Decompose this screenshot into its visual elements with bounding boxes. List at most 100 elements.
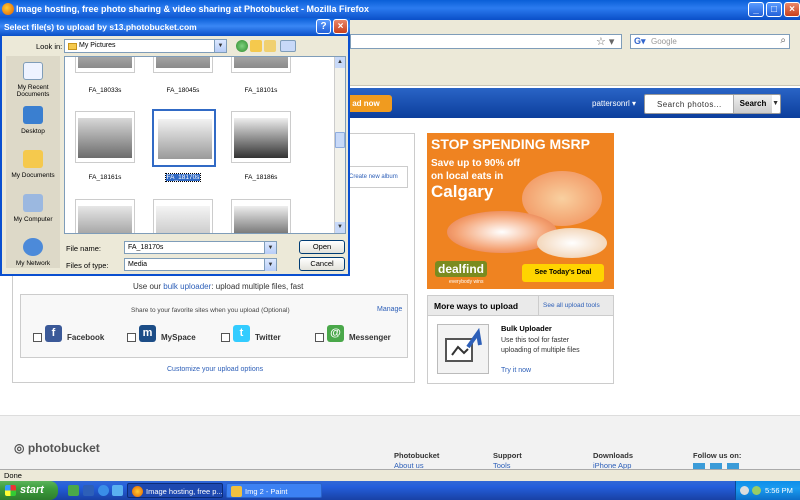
ad-city: Calgary <box>431 182 494 201</box>
magnifier-icon[interactable]: ⌕ <box>780 35 786 46</box>
file-name-input[interactable]: FA_18170s ▼ <box>124 241 277 254</box>
taskbar-firefox[interactable]: Image hosting, free p... <box>127 483 223 498</box>
chevron-down-icon[interactable]: ▼ <box>214 40 226 52</box>
create-album-link[interactable]: Create new album <box>345 166 408 188</box>
try-it-now-link[interactable]: Try it now <box>501 367 531 374</box>
help-button[interactable]: ? <box>316 19 331 34</box>
scroll-thumb[interactable] <box>335 132 345 148</box>
place-desktop[interactable]: Desktop <box>6 104 60 144</box>
place-network[interactable]: My Network <box>6 236 60 276</box>
photo-thumbnail <box>234 118 288 158</box>
file-type-label: Files of type: <box>66 261 109 270</box>
file-thumbnail-selected[interactable] <box>152 109 216 167</box>
ad-headline: STOP SPENDING MSRP <box>431 136 590 152</box>
file-list-scrollbar[interactable]: ▲ ▼ <box>334 57 345 233</box>
twitter-label: Twitter <box>255 333 281 342</box>
bulk-uploader-title: Bulk Uploader <box>501 324 552 333</box>
footer-heading-support: Support <box>493 451 522 460</box>
place-label: My Recent Documents <box>16 84 50 98</box>
place-computer[interactable]: My Computer <box>6 192 60 232</box>
see-all-tools-link[interactable]: See all upload tools <box>538 296 600 315</box>
file-label[interactable]: FA_18101s <box>226 87 296 94</box>
file-name-text: FA_18161s <box>88 174 122 181</box>
volume-icon[interactable] <box>752 486 761 495</box>
file-label-selected[interactable]: FA_18170s <box>148 173 218 182</box>
see-todays-deal-button[interactable]: See Today's Deal <box>522 264 604 282</box>
file-list: FA_18033s FA_18045s FA_18101s FA_18161s … <box>64 56 346 234</box>
up-folder-icon[interactable] <box>250 40 262 52</box>
sushi-image <box>537 228 607 258</box>
place-recent[interactable]: My Recent Documents <box>6 60 60 100</box>
bulk-uploader-note: Use our bulk uploader: upload multiple f… <box>133 282 303 291</box>
chevron-down-icon[interactable]: ▼ <box>772 100 779 107</box>
manage-link[interactable]: Manage <box>377 306 402 313</box>
cancel-button[interactable]: Cancel <box>299 257 345 271</box>
file-label[interactable]: FA_18045s <box>148 87 218 94</box>
photobucket-logo[interactable]: ◎ photobucket <box>14 441 100 455</box>
tray-icon[interactable] <box>740 486 749 495</box>
chevron-down-icon[interactable]: ▼ <box>264 259 276 271</box>
close-window-button[interactable]: × <box>784 2 800 17</box>
file-thumbnail[interactable] <box>153 199 213 233</box>
bulk-uploader-link[interactable]: bulk uploader <box>163 282 211 291</box>
bulk-uploader-icon[interactable] <box>437 324 489 374</box>
ad-subline: Save up to 90% off on local eats in <box>431 157 520 183</box>
photo-search-input[interactable]: Search photos... <box>657 100 722 109</box>
start-button[interactable]: start <box>0 481 58 500</box>
new-folder-icon[interactable] <box>264 40 276 52</box>
chevron-down-icon[interactable]: ▼ <box>264 242 276 254</box>
quicklaunch-icon[interactable] <box>68 485 79 496</box>
dealfind-tagline: everybody wins <box>449 279 484 285</box>
maximize-button[interactable]: □ <box>766 2 782 17</box>
file-thumbnail[interactable] <box>231 199 291 233</box>
file-label[interactable]: FA_18033s <box>70 87 140 94</box>
file-thumbnail[interactable] <box>75 199 135 233</box>
file-thumbnail[interactable] <box>231 111 291 163</box>
google-search-input[interactable]: G▾ Google ⌕ <box>630 34 790 49</box>
dialog-close-button[interactable]: × <box>333 19 348 34</box>
url-bar[interactable] <box>350 34 622 49</box>
photobucket-logo-text: photobucket <box>27 441 100 455</box>
file-thumbnail[interactable] <box>153 57 213 73</box>
photo-thumbnail <box>234 206 288 233</box>
scroll-up-arrow-icon[interactable]: ▲ <box>335 57 345 68</box>
place-label: My Network <box>15 260 51 267</box>
place-label: My Computer <box>13 216 53 223</box>
customize-upload-link[interactable]: Customize your upload options <box>167 366 263 373</box>
ie-icon[interactable] <box>98 485 109 496</box>
quicklaunch-icon[interactable] <box>112 485 123 496</box>
firefox-icon <box>132 486 143 497</box>
share-options-box: Share to your favorite sites when you up… <box>20 294 408 358</box>
minimize-button[interactable]: _ <box>748 2 764 17</box>
scroll-down-arrow-icon[interactable]: ▼ <box>335 222 345 233</box>
file-thumbnail[interactable] <box>75 57 135 73</box>
views-menu-icon[interactable] <box>280 40 296 52</box>
file-thumbnail[interactable] <box>231 57 291 73</box>
myspace-checkbox[interactable] <box>127 333 136 342</box>
bookmark-star-icon[interactable]: ☆ ▾ <box>596 35 614 48</box>
file-dialog-title: Select file(s) to upload by s13.photobuc… <box>4 22 197 32</box>
file-label[interactable]: FA_18186s <box>226 174 296 181</box>
back-icon[interactable] <box>236 40 248 52</box>
file-label[interactable]: FA_18161s <box>70 174 140 181</box>
place-documents[interactable]: My Documents <box>6 148 60 188</box>
username-menu[interactable]: pattersonrl ▾ <box>592 99 636 108</box>
file-name-text: FA_18186s <box>244 174 278 181</box>
google-logo-icon: G▾ <box>634 36 646 46</box>
search-button[interactable]: Search <box>733 95 772 113</box>
file-type-select[interactable]: Media ▼ <box>124 258 277 271</box>
dealfind-ad[interactable]: STOP SPENDING MSRP Save up to 90% off on … <box>427 133 614 289</box>
file-thumbnail[interactable] <box>75 111 135 163</box>
twitter-checkbox[interactable] <box>221 333 230 342</box>
taskbar-paint[interactable]: Img 2 - Paint <box>226 483 322 498</box>
quicklaunch-icon[interactable] <box>83 485 94 496</box>
facebook-checkbox[interactable] <box>33 333 42 342</box>
my-documents-icon <box>23 150 43 168</box>
myspace-icon: m <box>139 325 156 342</box>
open-button[interactable]: Open <box>299 240 345 254</box>
look-in-select[interactable]: My Pictures ▼ <box>64 39 227 53</box>
photo-search[interactable]: Search photos... Search ▼ <box>644 94 781 114</box>
desktop-icon <box>23 106 43 124</box>
messenger-checkbox[interactable] <box>315 333 324 342</box>
footer-heading-follow: Follow us on: <box>693 451 742 460</box>
